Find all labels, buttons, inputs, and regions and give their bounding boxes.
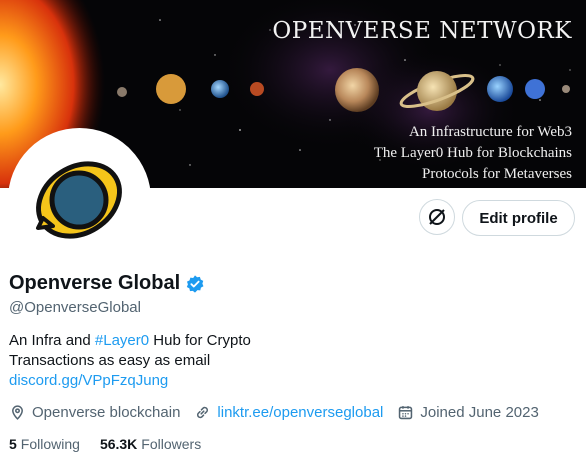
edit-profile-button[interactable]: Edit profile: [462, 200, 575, 236]
banner-title: OPENVERSE NETWORK: [272, 18, 572, 44]
openverse-logo: [12, 132, 147, 267]
link-icon: [197, 406, 209, 419]
hashtag-link[interactable]: #Layer0: [95, 332, 149, 349]
bio-line: An Infra and #Layer0 Hub for Crypto: [9, 331, 251, 351]
display-name: Openverse Global: [9, 272, 181, 294]
calendar-icon: [399, 406, 413, 420]
unfollow-circle-icon: [429, 209, 445, 225]
banner-taglines: An Infrastructure for Web3 The Layer0 Hu…: [374, 122, 572, 185]
bio-line: Transactions as easy as email: [9, 352, 211, 369]
following-label: Following: [20, 436, 80, 452]
unfollow-action-button[interactable]: [419, 199, 455, 235]
bio-link[interactable]: discord.gg/VPpFzqJung: [9, 371, 251, 391]
location-item: Openverse blockchain: [9, 404, 180, 421]
verified-badge-icon[interactable]: [185, 274, 205, 294]
profile-name-row: Openverse Global: [9, 272, 205, 295]
banner-tagline: The Layer0 Hub for Blockchains: [373, 145, 572, 161]
joined-text: Joined June 2023: [420, 404, 539, 421]
avatar[interactable]: [8, 128, 151, 271]
followers-link[interactable]: 56.3K Followers: [100, 436, 201, 452]
location-pin-icon: [12, 405, 23, 420]
profile-bio: An Infra and #Layer0 Hub for Crypto Tran…: [9, 331, 251, 391]
followers-label: Followers: [141, 436, 202, 452]
bio-text: Hub for Crypto: [149, 332, 251, 349]
banner-tagline: Protocols for Metaverses: [422, 166, 572, 182]
profile-handle: @OpenverseGlobal: [9, 299, 141, 316]
following-count: 5: [9, 436, 17, 452]
followers-count: 56.3K: [99, 436, 138, 452]
follow-counts: 5 Following 56.3K Followers: [9, 436, 221, 452]
bio-text: An Infra and: [9, 332, 95, 349]
website-item: linktr.ee/openverseglobal: [194, 404, 383, 421]
profile-meta: Openverse blockchain linktr.ee/openverse…: [9, 404, 553, 421]
website-link[interactable]: linktr.ee/openverseglobal: [217, 404, 383, 421]
following-link[interactable]: 5 Following: [9, 436, 80, 452]
location-text: Openverse blockchain: [32, 404, 181, 421]
joined-item: Joined June 2023: [397, 404, 539, 421]
banner-tagline: An Infrastructure for Web3: [408, 124, 572, 140]
